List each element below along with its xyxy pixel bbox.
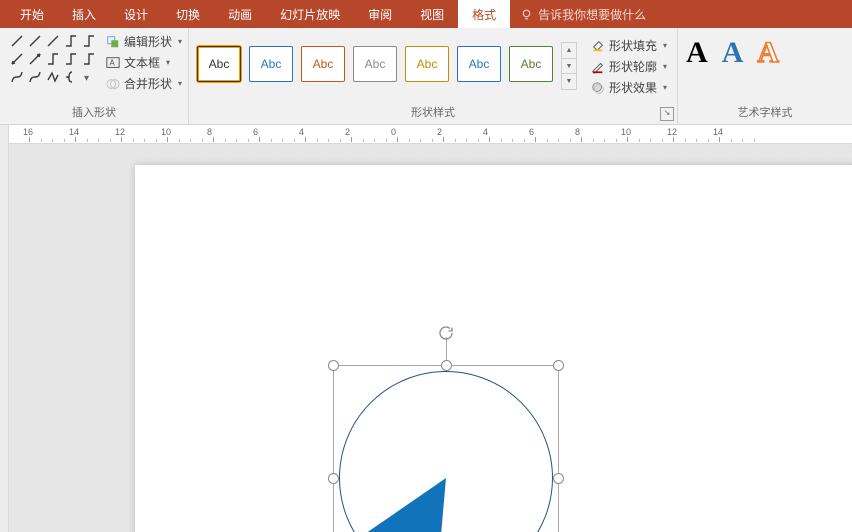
tab-animations[interactable]: 动画	[214, 0, 266, 28]
shape-styles-dialog-launcher[interactable]: ↘	[660, 107, 674, 121]
resize-handle-e[interactable]	[553, 473, 564, 484]
style-preset-2[interactable]: Abc	[249, 46, 293, 82]
resize-handle-n[interactable]	[441, 360, 452, 371]
resize-handle-ne[interactable]	[553, 360, 564, 371]
text-box-icon: A	[106, 56, 120, 70]
slide-thumbnail-pane[interactable]	[0, 125, 9, 532]
shape-fill-button[interactable]: 形状填充 ▾	[589, 36, 669, 55]
shape-outline-label: 形状轮廓	[609, 58, 657, 75]
shape-outline-button[interactable]: 形状轮廓 ▾	[589, 57, 669, 76]
wordart-preset-2[interactable]: A	[722, 36, 744, 70]
tell-me-label: 告诉我你想要做什么	[538, 6, 646, 23]
pen-icon	[591, 60, 605, 74]
text-box-label: 文本框	[124, 54, 160, 71]
tab-format[interactable]: 格式	[458, 0, 510, 28]
chevron-down-icon: ▾	[166, 58, 170, 67]
svg-text:A: A	[110, 58, 116, 67]
shape-arrow-l-icon[interactable]	[10, 52, 24, 66]
pie-wedge[interactable]	[333, 365, 559, 532]
resize-handle-w[interactable]	[328, 473, 339, 484]
paint-bucket-icon	[591, 39, 605, 53]
shape-curve2-icon[interactable]	[28, 70, 42, 84]
lightbulb-icon	[520, 8, 533, 21]
spinner-down-icon[interactable]: ▼	[562, 59, 576, 75]
chevron-down-icon: ▾	[663, 62, 667, 71]
shape-style-commands: 形状填充 ▾ 形状轮廓 ▾ 形状效果 ▾	[589, 36, 669, 97]
shape-elbow5-icon[interactable]	[82, 52, 96, 66]
chevron-down-icon: ▾	[178, 79, 182, 88]
slide-edit-area[interactable]: 16141210864202468101214	[9, 125, 852, 532]
wordart-gallery[interactable]: A A A	[686, 32, 779, 70]
chevron-down-icon: ▾	[663, 41, 667, 50]
shape-line2-icon[interactable]	[28, 34, 42, 48]
shape-effects-label: 形状效果	[609, 79, 657, 96]
shape-gallery[interactable]: ▾	[8, 32, 98, 86]
style-preset-1[interactable]: Abc	[197, 46, 241, 82]
shape-elbow3-icon[interactable]	[46, 52, 60, 66]
edit-shape-button[interactable]: 编辑形状 ▾	[104, 32, 184, 51]
wordart-preset-1[interactable]: A	[686, 36, 708, 70]
tab-view[interactable]: 视图	[406, 0, 458, 28]
effects-icon	[591, 81, 605, 95]
shape-brace-icon[interactable]	[64, 70, 78, 84]
shape-elbow2-icon[interactable]	[82, 34, 96, 48]
spinner-more-icon[interactable]: ▼	[562, 74, 576, 89]
style-preset-6[interactable]: Abc	[457, 46, 501, 82]
rotation-handle[interactable]	[438, 325, 454, 341]
tab-insert[interactable]: 插入	[58, 0, 110, 28]
shape-connector-icon[interactable]	[46, 34, 60, 48]
merge-shapes-button: 合并形状 ▾	[104, 74, 184, 93]
tab-slideshow[interactable]: 幻灯片放映	[266, 0, 354, 28]
style-preset-7[interactable]: Abc	[509, 46, 553, 82]
shape-arrow-r-icon[interactable]	[28, 52, 42, 66]
insert-shape-commands: 编辑形状 ▾ A 文本框 ▾ 合并形状 ▾	[104, 32, 184, 93]
workspace: 16141210864202468101214	[0, 125, 852, 532]
tell-me-search[interactable]: 告诉我你想要做什么	[510, 0, 656, 28]
resize-handle-nw[interactable]	[328, 360, 339, 371]
merge-shapes-label: 合并形状	[124, 75, 172, 92]
ribbon-tab-strip: 开始 插入 设计 切换 动画 幻灯片放映 审阅 视图 格式 告诉我你想要做什么	[0, 0, 852, 28]
tab-transitions[interactable]: 切换	[162, 0, 214, 28]
rotate-icon	[438, 325, 454, 341]
group-wordart-styles: A A A 艺术字样式	[678, 28, 852, 124]
group-shape-styles: Abc Abc Abc Abc Abc Abc Abc ▲ ▼ ▼ 形状填充 ▾	[189, 28, 678, 124]
shape-curve-icon[interactable]	[10, 70, 24, 84]
tab-home[interactable]: 开始	[6, 0, 58, 28]
ribbon: ▾ 编辑形状 ▾ A 文本框 ▾ 合并形状 ▾ 插入形状	[0, 28, 852, 125]
group-wordart-label: 艺术字样式	[686, 104, 844, 122]
style-preset-4[interactable]: Abc	[353, 46, 397, 82]
shape-elbow-icon[interactable]	[64, 34, 78, 48]
style-gallery-spinner[interactable]: ▲ ▼ ▼	[561, 42, 577, 90]
style-preset-3[interactable]: Abc	[301, 46, 345, 82]
selected-shape-pie[interactable]	[333, 365, 559, 532]
shape-effects-button[interactable]: 形状效果 ▾	[589, 78, 669, 97]
shape-style-gallery[interactable]: Abc Abc Abc Abc Abc Abc Abc ▲ ▼ ▼	[197, 32, 577, 90]
spinner-up-icon[interactable]: ▲	[562, 43, 576, 59]
edit-shape-icon	[106, 35, 120, 49]
group-insert-shapes: ▾ 编辑形状 ▾ A 文本框 ▾ 合并形状 ▾ 插入形状	[0, 28, 189, 124]
text-box-button[interactable]: A 文本框 ▾	[104, 53, 184, 72]
shape-fill-label: 形状填充	[609, 37, 657, 54]
chevron-down-icon: ▾	[663, 83, 667, 92]
shape-freeform-icon[interactable]	[46, 70, 60, 84]
style-preset-5[interactable]: Abc	[405, 46, 449, 82]
group-insert-label: 插入形状	[8, 104, 180, 122]
horizontal-ruler: 16141210864202468101214	[9, 125, 852, 144]
svg-text:▾: ▾	[84, 73, 89, 84]
shape-line-icon[interactable]	[10, 34, 24, 48]
shape-elbow4-icon[interactable]	[64, 52, 78, 66]
chevron-down-icon: ▾	[178, 37, 182, 46]
group-styles-label: 形状样式	[197, 104, 669, 122]
tab-design[interactable]: 设计	[110, 0, 162, 28]
shape-more-icon[interactable]: ▾	[82, 70, 96, 84]
edit-shape-label: 编辑形状	[124, 33, 172, 50]
merge-shapes-icon	[106, 77, 120, 91]
tab-review[interactable]: 审阅	[354, 0, 406, 28]
wordart-preset-3[interactable]: A	[757, 36, 779, 70]
